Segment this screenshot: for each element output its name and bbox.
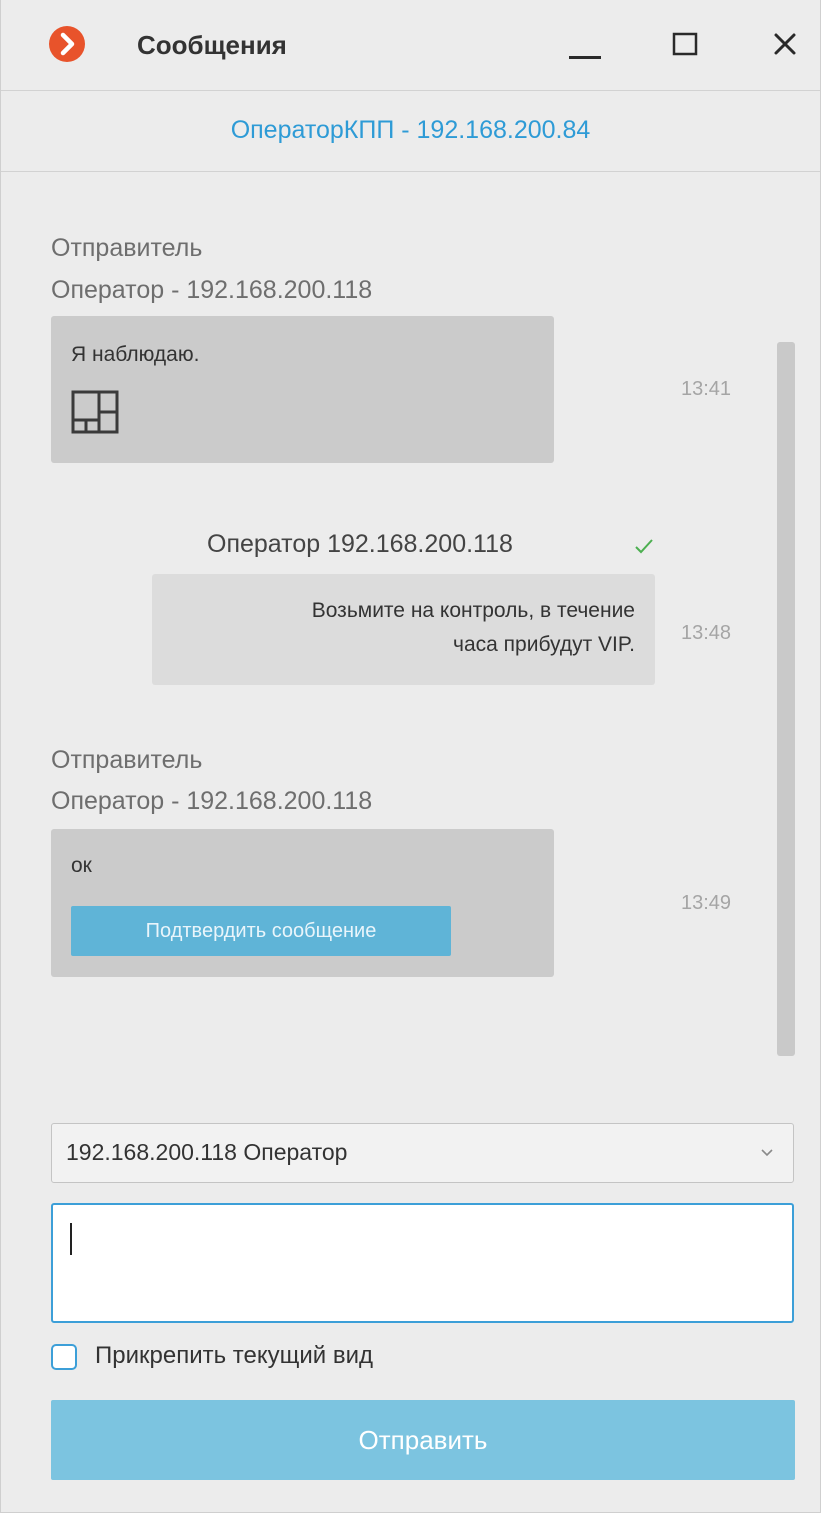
sender-caption: Отправитель [51, 746, 203, 774]
message-text-line: часа прибудут VIP. [453, 633, 635, 656]
sender-caption: Отправитель [51, 234, 203, 262]
maximize-button[interactable] [663, 22, 707, 66]
minimize-button[interactable] [563, 22, 607, 66]
scrollbar-thumb[interactable] [777, 342, 795, 1056]
recipient-name: Оператор 192.168.200.118 [207, 530, 513, 558]
message-time: 13:48 [681, 622, 732, 644]
message-text: ок [71, 854, 92, 877]
sender-name: Оператор - 192.168.200.118 [51, 787, 373, 815]
send-button[interactable]: Отправить [51, 1400, 795, 1480]
close-icon [774, 33, 796, 55]
message-time: 13:49 [681, 892, 732, 914]
message-time: 13:41 [681, 378, 732, 400]
message-text: Я наблюдаю. [71, 343, 200, 366]
attach-view-label: Прикрепить текущий вид [95, 1342, 373, 1369]
layout-grid-icon[interactable] [71, 390, 119, 436]
message-text-line: Возьмите на контроль, в течение [311, 599, 635, 622]
chevron-down-icon [761, 1149, 773, 1157]
text-caret [70, 1223, 72, 1255]
message-bubble-incoming: Я наблюдаю. [51, 316, 554, 463]
message-bubble-outgoing: Возьмите на контроль, в течение часа при… [152, 574, 655, 685]
message-bubble-incoming: ок Подтвердить сообщение [51, 829, 554, 977]
recipient-select[interactable]: 192.168.200.118 Оператор [51, 1123, 794, 1183]
attach-view-checkbox[interactable] [51, 1344, 77, 1370]
title-bar: Сообщения [1, 0, 820, 91]
sender-name: Оператор - 192.168.200.118 [51, 276, 373, 304]
confirm-message-button[interactable]: Подтвердить сообщение [71, 906, 451, 956]
checkmark-icon [635, 539, 653, 554]
window-title: Сообщения [137, 30, 287, 60]
message-list: Отправитель Оператор - 192.168.200.118 Я… [1, 172, 820, 1072]
message-text: Возьмите на контроль, в течение часа при… [312, 594, 635, 662]
minimize-icon [569, 56, 601, 59]
conversation-header: ОператорКПП - 192.168.200.84 [1, 91, 820, 172]
app-logo-icon [49, 26, 85, 62]
message-input[interactable] [51, 1203, 794, 1323]
close-button[interactable] [763, 22, 807, 66]
maximize-icon [672, 32, 698, 56]
recipient-select-value: 192.168.200.118 Оператор [66, 1139, 348, 1165]
messages-window: Сообщения ОператорКПП - 192.168.200.84 О… [0, 0, 821, 1513]
